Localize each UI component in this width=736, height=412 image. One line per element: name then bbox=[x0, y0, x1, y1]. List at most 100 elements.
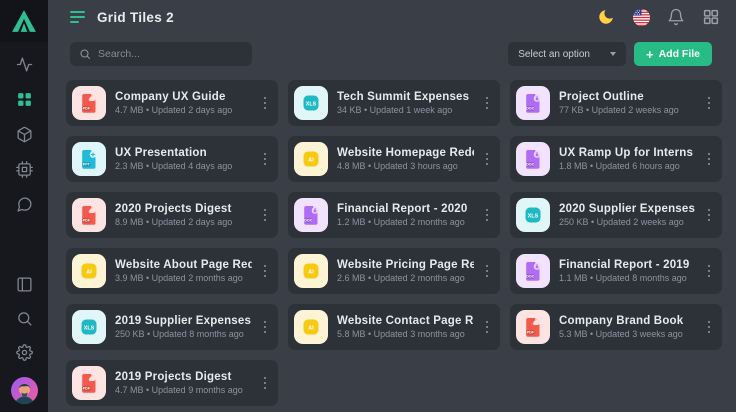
search-input[interactable] bbox=[98, 48, 243, 60]
more-options-icon[interactable] bbox=[261, 205, 270, 226]
file-type-icon: XLS bbox=[72, 310, 106, 344]
file-meta: 5.8 MB • Updated 3 months ago bbox=[337, 329, 474, 339]
file-tile-text: UX Presentation 2.3 MB • Updated 4 days … bbox=[115, 147, 252, 171]
grid-icon[interactable] bbox=[15, 90, 33, 108]
file-tile[interactable]: AI Website Homepage Redesign 4.8 MB • Up… bbox=[288, 136, 500, 182]
file-tile-text: 2019 Projects Digest 4.7 MB • Updated 9 … bbox=[115, 371, 252, 395]
file-type-icon: AI bbox=[294, 142, 328, 176]
add-file-button[interactable]: + Add File bbox=[634, 42, 712, 66]
more-options-icon[interactable] bbox=[483, 93, 492, 114]
file-tile[interactable]: DOC Financial Report - 2019 1.1 MB • Upd… bbox=[510, 248, 722, 294]
more-options-icon[interactable] bbox=[261, 93, 270, 114]
file-tile-text: 2020 Supplier Expenses 250 KB • Updated … bbox=[559, 203, 696, 227]
more-options-icon[interactable] bbox=[483, 149, 492, 170]
file-tile[interactable]: AI Website Pricing Page Redesign 2.6 MB … bbox=[288, 248, 500, 294]
more-options-icon[interactable] bbox=[261, 149, 270, 170]
file-tile[interactable]: XLS Tech Summit Expenses 34 KB • Updated… bbox=[288, 80, 500, 126]
bell-icon[interactable] bbox=[667, 8, 685, 26]
filter-select-value: Select an option bbox=[518, 49, 590, 60]
file-tile[interactable]: XLS 2020 Supplier Expenses 250 KB • Upda… bbox=[510, 192, 722, 238]
more-options-icon[interactable] bbox=[705, 317, 714, 338]
more-options-icon[interactable] bbox=[261, 261, 270, 282]
file-meta: 2.3 MB • Updated 4 days ago bbox=[115, 161, 252, 171]
plus-icon: + bbox=[646, 48, 654, 61]
file-tile-text: Website Pricing Page Redesign 2.6 MB • U… bbox=[337, 259, 474, 283]
file-meta: 8.9 MB • Updated 2 days ago bbox=[115, 217, 252, 227]
more-options-icon[interactable] bbox=[483, 261, 492, 282]
file-tile[interactable]: DOC Project Outline 77 KB • Updated 2 we… bbox=[510, 80, 722, 126]
file-tile[interactable]: DOC Financial Report - 2020 1.2 MB • Upd… bbox=[288, 192, 500, 238]
file-tile[interactable]: PPT UX Presentation 2.3 MB • Updated 4 d… bbox=[66, 136, 278, 182]
file-type-icon: XLS bbox=[516, 198, 550, 232]
logo-triangle-icon bbox=[11, 9, 37, 33]
search-icon[interactable] bbox=[15, 309, 33, 327]
file-name: Website Pricing Page Redesign bbox=[337, 259, 474, 271]
file-meta: 1.1 MB • Updated 8 months ago bbox=[559, 273, 696, 283]
file-tile-text: Financial Report - 2019 1.1 MB • Updated… bbox=[559, 259, 696, 283]
file-tile[interactable]: DOC UX Ramp Up for Interns 1.8 MB • Upda… bbox=[510, 136, 722, 182]
file-name: Project Outline bbox=[559, 91, 696, 103]
more-options-icon[interactable] bbox=[483, 205, 492, 226]
cpu-icon[interactable] bbox=[15, 160, 33, 178]
more-options-icon[interactable] bbox=[705, 261, 714, 282]
more-options-icon[interactable] bbox=[261, 317, 270, 338]
more-options-icon[interactable] bbox=[705, 93, 714, 114]
apps-icon[interactable] bbox=[702, 8, 720, 26]
file-meta: 4.8 MB • Updated 3 hours ago bbox=[337, 161, 474, 171]
more-options-icon[interactable] bbox=[705, 205, 714, 226]
flag-us-icon[interactable] bbox=[632, 8, 650, 26]
settings-icon[interactable] bbox=[15, 343, 33, 361]
file-name: 2020 Supplier Expenses bbox=[559, 203, 696, 215]
more-options-icon[interactable] bbox=[483, 317, 492, 338]
svg-text:XLS: XLS bbox=[306, 101, 317, 107]
activity-icon[interactable] bbox=[15, 55, 33, 73]
file-tile[interactable]: AI Website Contact Page Redesign 5.8 MB … bbox=[288, 304, 500, 350]
file-name: 2020 Projects Digest bbox=[115, 203, 252, 215]
file-tile[interactable]: PDF Company UX Guide 4.7 MB • Updated 2 … bbox=[66, 80, 278, 126]
layout-icon[interactable] bbox=[15, 275, 33, 293]
svg-text:DOC: DOC bbox=[304, 219, 312, 223]
menu-toggle-icon[interactable] bbox=[70, 11, 85, 23]
svg-text:AI: AI bbox=[308, 269, 314, 275]
file-name: UX Presentation bbox=[115, 147, 252, 159]
user-avatar[interactable] bbox=[11, 377, 38, 404]
file-meta: 250 KB • Updated 8 months ago bbox=[115, 329, 252, 339]
file-name: Website Homepage Redesign bbox=[337, 147, 474, 159]
file-name: Tech Summit Expenses bbox=[337, 91, 474, 103]
file-tile-text: 2019 Supplier Expenses 250 KB • Updated … bbox=[115, 315, 252, 339]
file-type-icon: DOC bbox=[516, 142, 550, 176]
chat-icon[interactable] bbox=[15, 195, 33, 213]
file-tile-text: Financial Report - 2020 1.2 MB • Updated… bbox=[337, 203, 474, 227]
box-icon[interactable] bbox=[15, 125, 33, 143]
file-type-icon: PDF bbox=[72, 198, 106, 232]
file-type-icon: PDF bbox=[516, 310, 550, 344]
file-tile[interactable]: AI Website About Page Redesign 3.9 MB • … bbox=[66, 248, 278, 294]
moon-icon[interactable] bbox=[597, 8, 615, 26]
file-meta: 5.3 MB • Updated 3 weeks ago bbox=[559, 329, 696, 339]
more-options-icon[interactable] bbox=[705, 149, 714, 170]
add-file-label: Add File bbox=[659, 48, 700, 60]
file-tile-text: Company UX Guide 4.7 MB • Updated 2 days… bbox=[115, 91, 252, 115]
file-type-icon: PPT bbox=[72, 142, 106, 176]
svg-text:AI: AI bbox=[308, 325, 314, 331]
svg-text:PDF: PDF bbox=[527, 331, 535, 335]
toolbar-actions: Select an option + Add File bbox=[508, 42, 712, 66]
file-grid: PDF Company UX Guide 4.7 MB • Updated 2 … bbox=[48, 78, 736, 406]
file-name: Company UX Guide bbox=[115, 91, 252, 103]
search-box[interactable] bbox=[70, 42, 252, 66]
file-meta: 1.2 MB • Updated 2 months ago bbox=[337, 217, 474, 227]
file-type-icon: XLS bbox=[294, 86, 328, 120]
file-meta: 250 KB • Updated 2 weeks ago bbox=[559, 217, 696, 227]
file-meta: 3.9 MB • Updated 2 months ago bbox=[115, 273, 252, 283]
file-tile[interactable]: PDF 2019 Projects Digest 4.7 MB • Update… bbox=[66, 360, 278, 406]
filter-select[interactable]: Select an option bbox=[508, 42, 626, 66]
file-tile[interactable]: PDF 2020 Projects Digest 8.9 MB • Update… bbox=[66, 192, 278, 238]
svg-text:AI: AI bbox=[308, 157, 314, 163]
file-tile-text: Website Homepage Redesign 4.8 MB • Updat… bbox=[337, 147, 474, 171]
svg-text:PDF: PDF bbox=[83, 219, 91, 223]
file-name: Website About Page Redesign bbox=[115, 259, 252, 271]
file-type-icon: DOC bbox=[516, 254, 550, 288]
more-options-icon[interactable] bbox=[261, 373, 270, 394]
file-tile[interactable]: PDF Company Brand Book 5.3 MB • Updated … bbox=[510, 304, 722, 350]
file-tile[interactable]: XLS 2019 Supplier Expenses 250 KB • Upda… bbox=[66, 304, 278, 350]
